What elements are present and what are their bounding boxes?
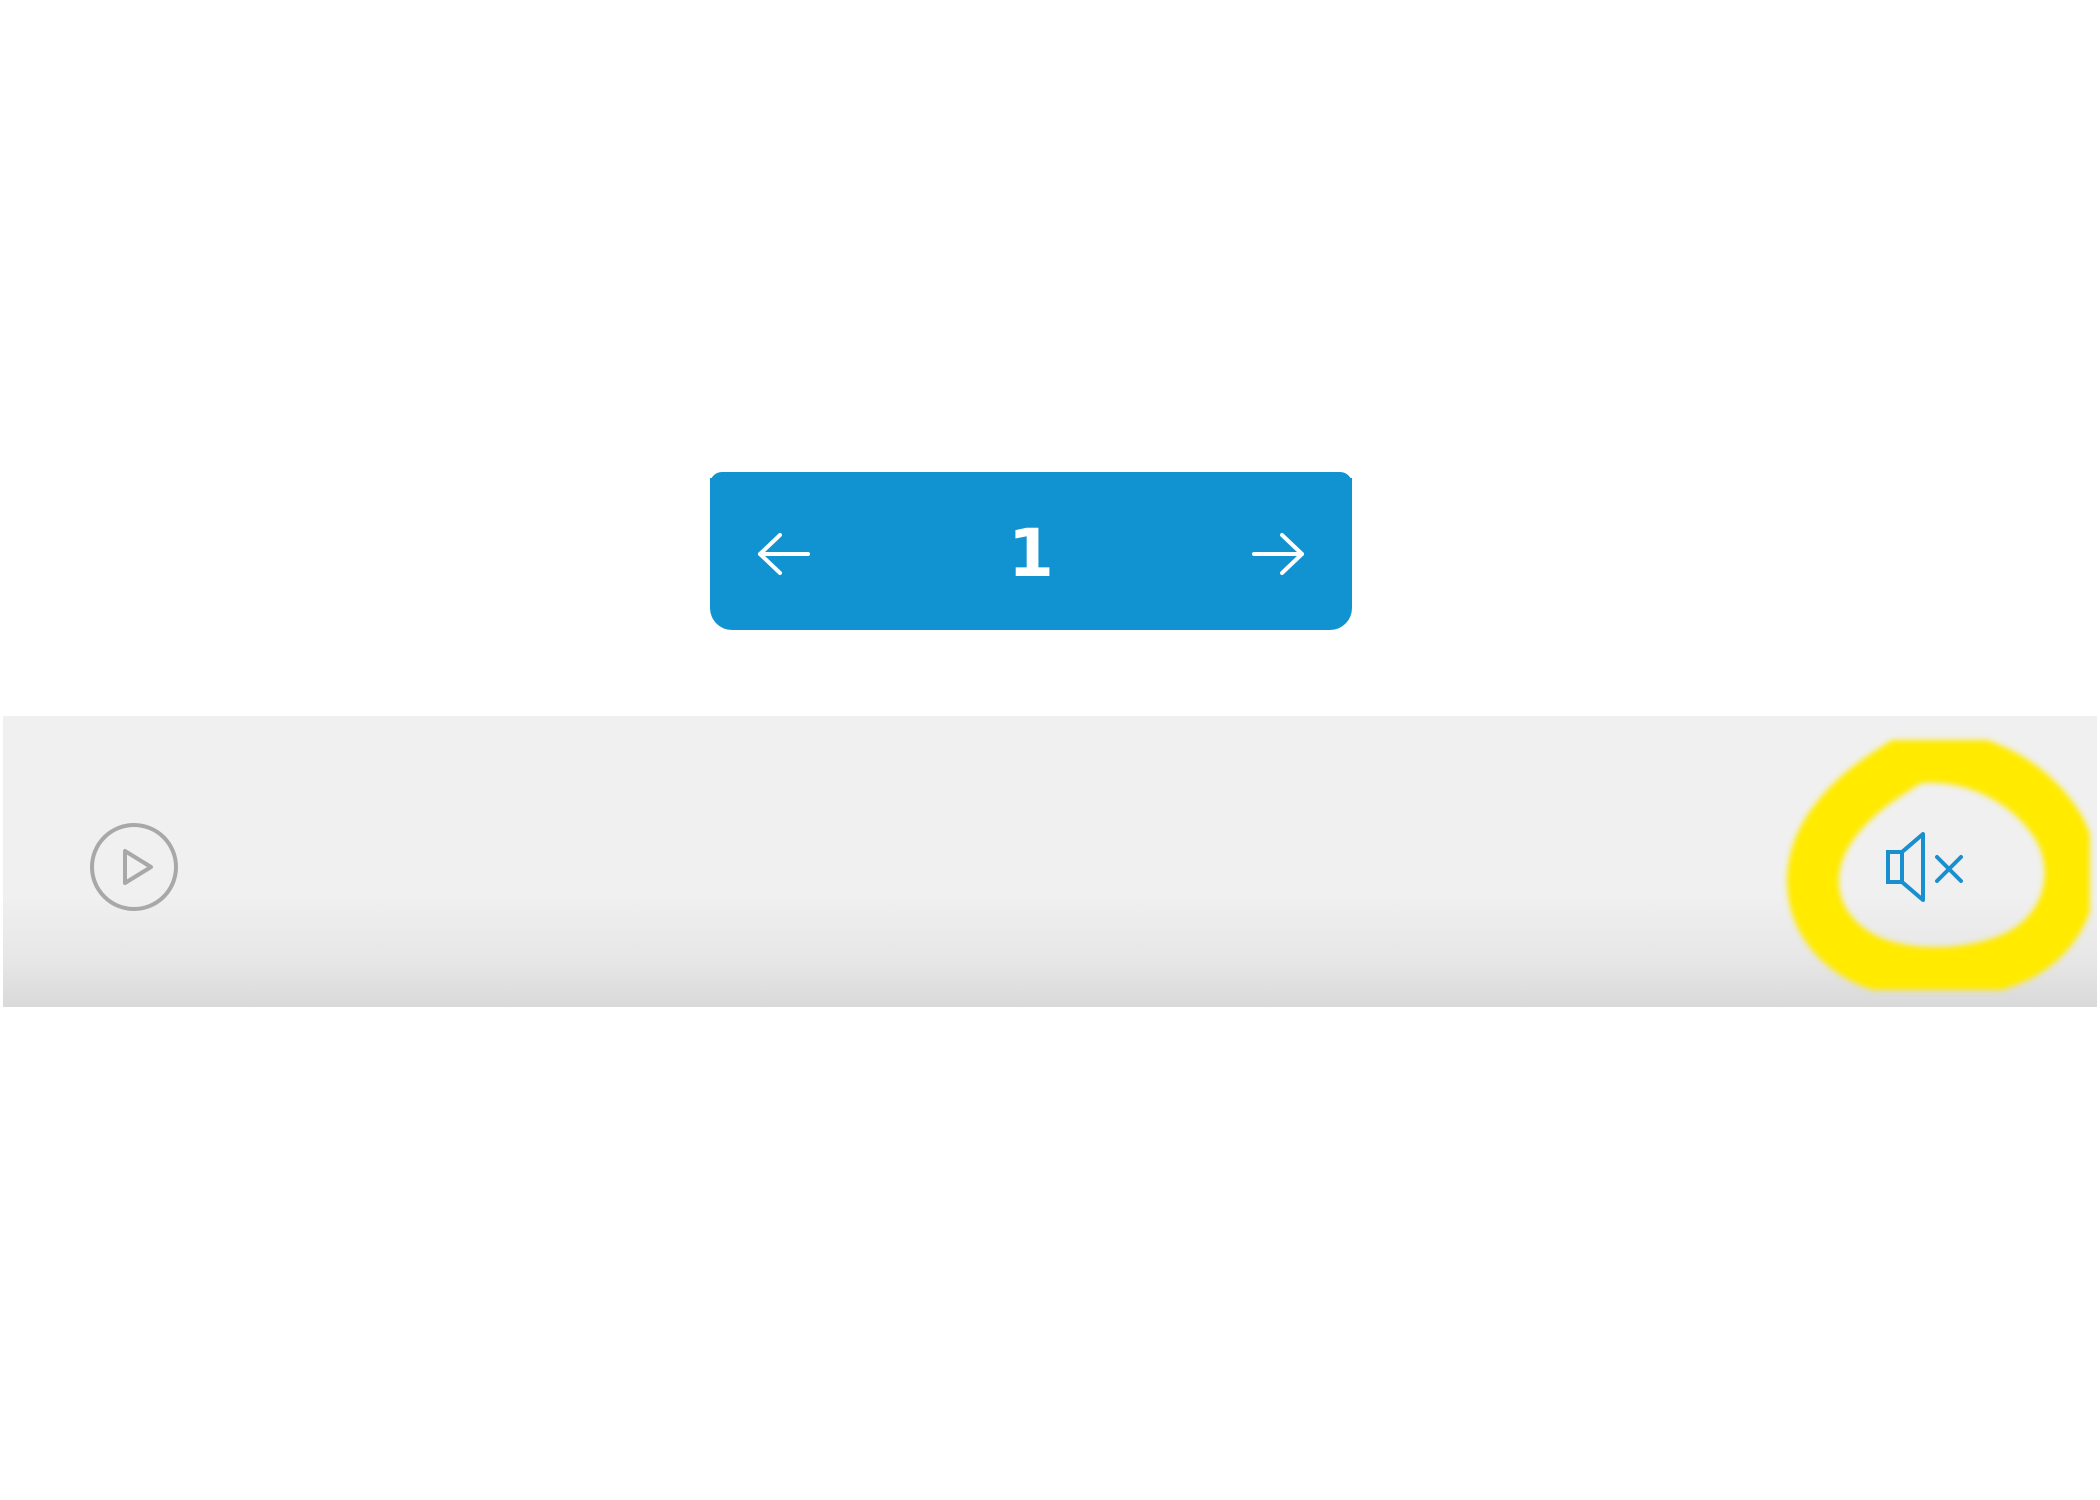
next-page-button[interactable] bbox=[1242, 518, 1314, 590]
pager: 1 bbox=[710, 472, 1352, 630]
current-page-number: 1 bbox=[1008, 515, 1054, 592]
arrow-left-icon bbox=[758, 533, 810, 575]
player-control-bar bbox=[3, 716, 2097, 1007]
play-circle-icon bbox=[90, 823, 178, 911]
arrow-right-icon bbox=[1252, 533, 1304, 575]
mute-button[interactable] bbox=[1875, 822, 1975, 912]
prev-page-button[interactable] bbox=[748, 518, 820, 590]
play-button[interactable] bbox=[89, 822, 179, 912]
page: 1 bbox=[0, 0, 2100, 1500]
speaker-muted-icon bbox=[1886, 832, 1963, 902]
